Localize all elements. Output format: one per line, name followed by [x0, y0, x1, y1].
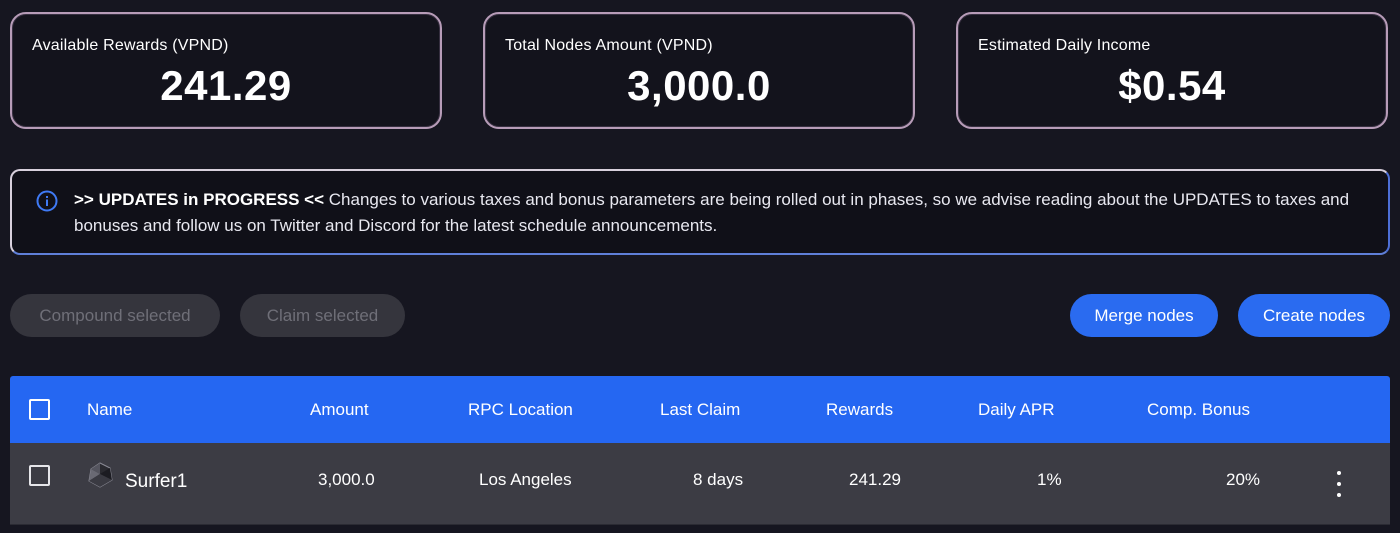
compound-selected-button[interactable]: Compound selected	[10, 294, 220, 337]
node-rewards: 241.29	[849, 470, 901, 489]
node-amount: 3,000.0	[318, 470, 375, 489]
total-nodes-card: Total Nodes Amount (VPND) 3,000.0	[483, 12, 915, 129]
column-header-comp-bonus[interactable]: Comp. Bonus	[1147, 400, 1250, 420]
node-crystal-icon	[88, 462, 113, 488]
create-nodes-button[interactable]: Create nodes	[1238, 294, 1390, 337]
dashboard: Available Rewards (VPND) 241.29 Total No…	[0, 0, 1400, 533]
column-header-amount[interactable]: Amount	[310, 400, 369, 420]
node-daily-apr: 1%	[1037, 470, 1062, 489]
daily-income-card: Estimated Daily Income $0.54	[956, 12, 1388, 129]
column-header-rewards[interactable]: Rewards	[826, 400, 893, 420]
merge-nodes-button[interactable]: Merge nodes	[1070, 294, 1218, 337]
row-more-options-icon[interactable]	[1332, 471, 1346, 497]
claim-selected-button[interactable]: Claim selected	[240, 294, 405, 337]
table-row[interactable]: Surfer1 3,000.0 Los Angeles 8 days 241.2…	[10, 443, 1390, 525]
column-header-name[interactable]: Name	[87, 400, 132, 420]
node-name: Surfer1	[125, 471, 188, 492]
node-last-claim: 8 days	[693, 470, 744, 489]
available-rewards-card: Available Rewards (VPND) 241.29	[10, 12, 442, 129]
info-icon	[36, 190, 58, 212]
table-header: Name Amount RPC Location Last Claim Rewa…	[10, 376, 1390, 443]
daily-income-value: $0.54	[1118, 62, 1226, 109]
alert-headline: >> UPDATES in PROGRESS <<	[74, 190, 325, 209]
nodes-table: Name Amount RPC Location Last Claim Rewa…	[10, 376, 1390, 525]
alert-message: >> UPDATES in PROGRESS << Changes to var…	[74, 187, 1358, 239]
select-all-checkbox[interactable]	[29, 399, 50, 420]
available-rewards-value: 241.29	[160, 62, 292, 109]
column-header-daily-apr[interactable]: Daily APR	[978, 400, 1055, 420]
row-checkbox[interactable]	[29, 465, 50, 486]
daily-income-label: Estimated Daily Income	[978, 37, 1151, 54]
node-comp-bonus: 20%	[1226, 470, 1261, 489]
column-header-rpc-location[interactable]: RPC Location	[468, 400, 573, 420]
node-rpc-location: Los Angeles	[479, 470, 572, 489]
updates-alert: >> UPDATES in PROGRESS << Changes to var…	[10, 169, 1390, 255]
total-nodes-label: Total Nodes Amount (VPND)	[505, 37, 713, 54]
column-header-last-claim[interactable]: Last Claim	[660, 400, 740, 420]
total-nodes-value: 3,000.0	[627, 62, 771, 109]
available-rewards-label: Available Rewards (VPND)	[32, 37, 229, 54]
